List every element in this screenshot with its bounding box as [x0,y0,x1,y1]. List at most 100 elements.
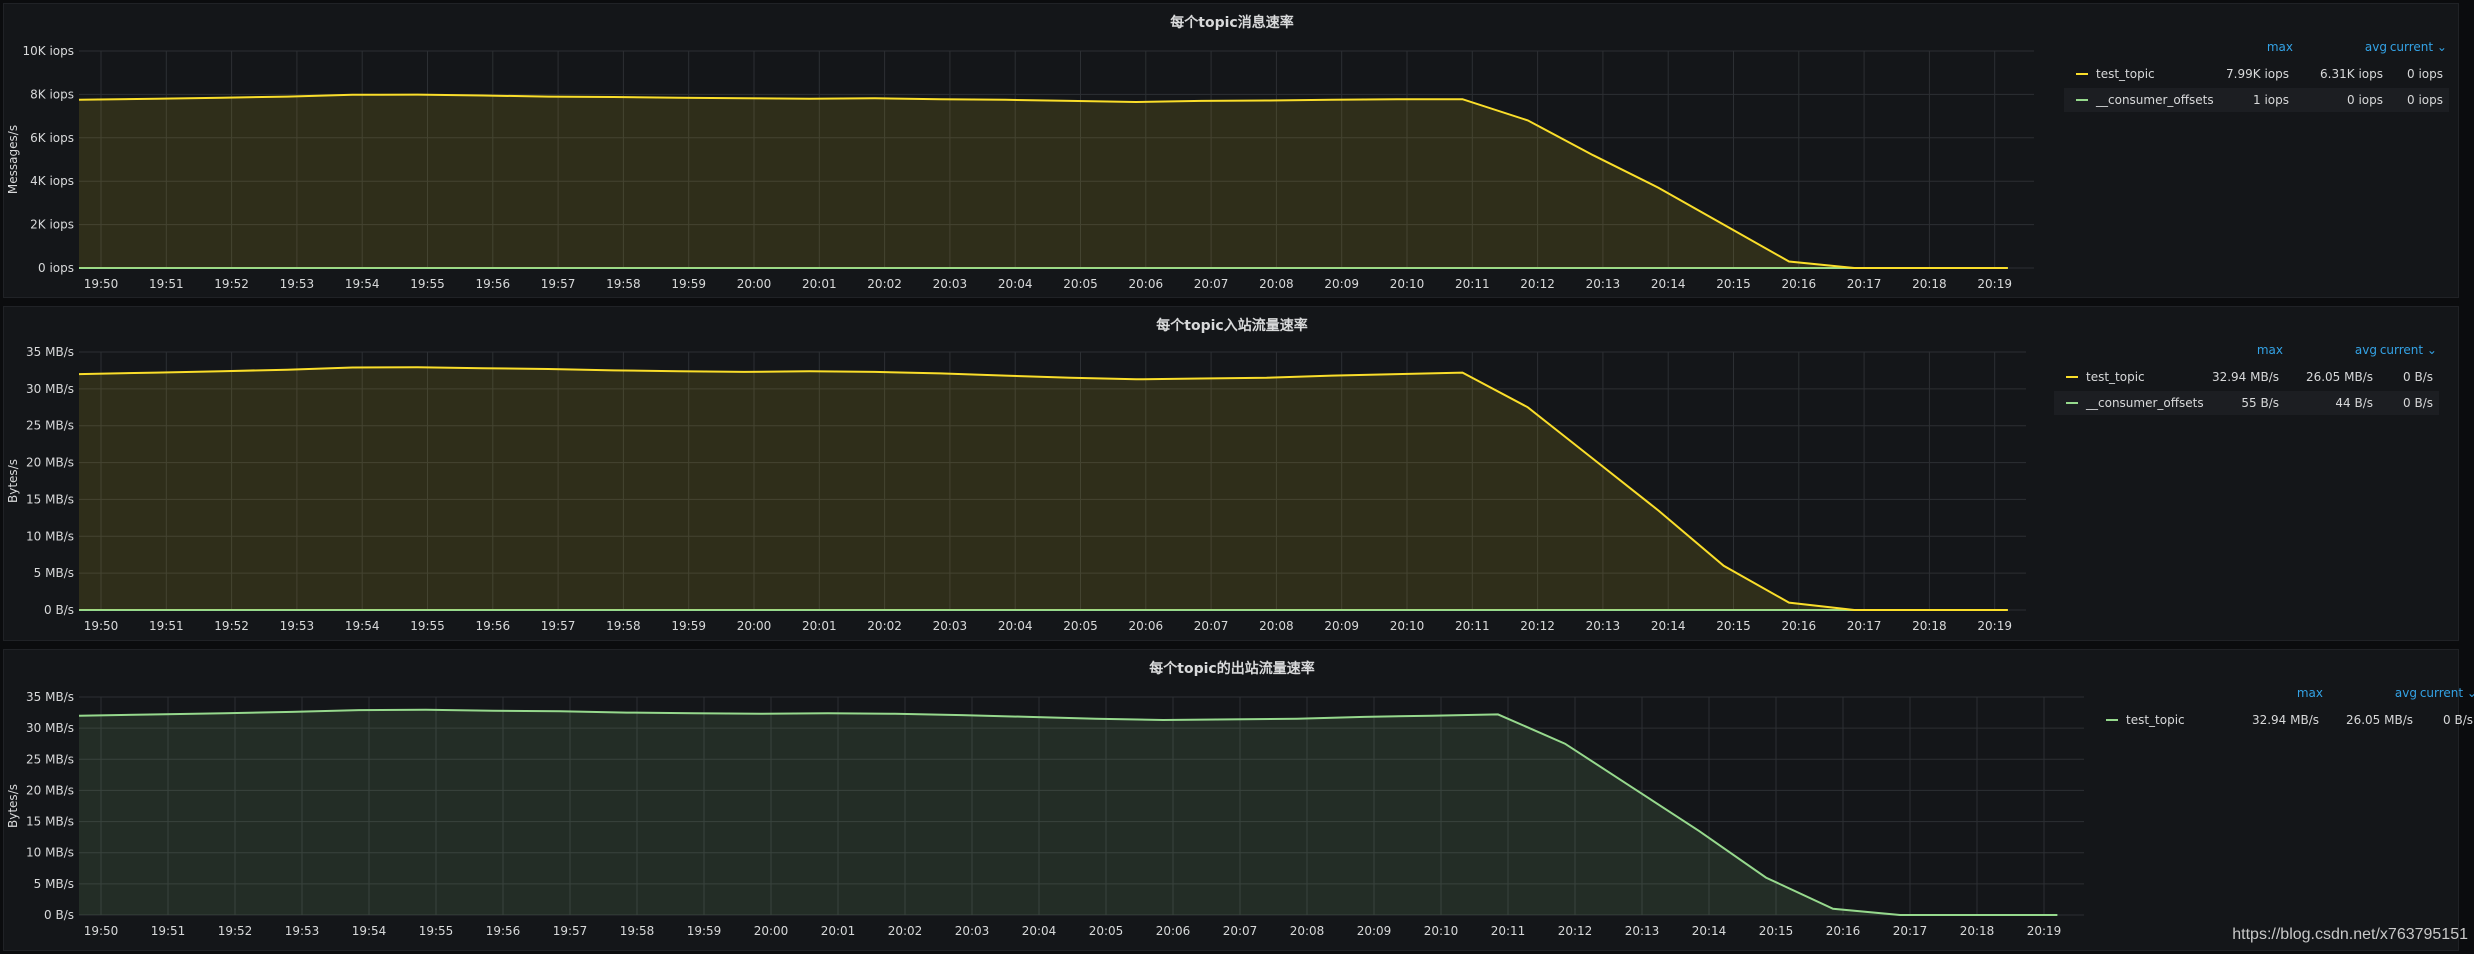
x-tick-label: 20:05 [1089,924,1124,938]
x-tick-label: 20:11 [1491,924,1526,938]
x-tick-label: 20:17 [1893,924,1928,938]
x-tick-label: 19:50 [84,277,119,291]
legend-avg: 6.31K iops [2320,67,2383,81]
x-tick-label: 19:53 [280,277,315,291]
y-tick-label: 15 MB/s [26,815,74,829]
y-axis-label: Bytes/s [6,784,20,828]
x-tick-label: 19:56 [486,924,521,938]
legend-item[interactable]: test_topic 32.94 MB/s 26.05 MB/s 0 B/s [2094,708,2474,732]
legend-header-avg[interactable]: avg [2355,343,2377,357]
x-tick-label: 20:00 [737,277,772,291]
x-tick-label: 20:19 [2027,924,2062,938]
legend-item[interactable]: __consumer_offsets 55 B/s 44 B/s 0 B/s [2054,391,2439,415]
y-tick-label: 25 MB/s [26,752,74,766]
legend-header-current[interactable]: current ⌄ [2380,343,2437,357]
legend-name: test_topic [2096,67,2155,81]
legend-item[interactable]: test_topic 32.94 MB/s 26.05 MB/s 0 B/s [2054,365,2439,389]
legend-avg: 26.05 MB/s [2305,370,2373,384]
x-tick-label: 19:55 [419,924,454,938]
x-tick-label: 19:50 [84,619,119,633]
chart-outbound-traffic: 0 B/s 5 MB/s 10 MB/s 15 MB/s 20 MB/s 25 MB/s 3… [6,690,2084,938]
x-tick-label: 20:16 [1826,924,1861,938]
x-tick-label: 20:07 [1223,924,1258,938]
legend-swatch [2076,99,2088,101]
legend-item[interactable]: __consumer_offsets 1 iops 0 iops 0 iops [2064,88,2449,112]
legend-avg: 26.05 MB/s [2345,713,2413,727]
x-tick-label: 20:18 [1912,277,1947,291]
x-tick-label: 20:15 [1716,277,1751,291]
x-tick-label: 19:53 [280,619,315,633]
x-tick-label: 20:17 [1847,277,1882,291]
x-tick-label: 20:09 [1324,277,1359,291]
legend-header-max[interactable]: max [2297,686,2323,700]
x-tick-label: 19:51 [151,924,186,938]
x-tick-label: 19:52 [214,277,249,291]
series-area-test-topic [79,709,2058,915]
x-tick-label: 19:57 [541,277,576,291]
x-tick-label: 19:55 [410,619,445,633]
x-tick-label: 20:12 [1520,619,1555,633]
legend-header-max[interactable]: max [2257,343,2283,357]
x-tick-label: 20:04 [998,619,1033,633]
x-tick-label: 20:04 [1022,924,1057,938]
y-tick-label: 8K iops [30,87,74,101]
chart-inbound-traffic: 0 B/s 5 MB/s 10 MB/s 15 MB/s 20 MB/s 25 MB/s 3… [6,345,2026,633]
legend-header-avg[interactable]: avg [2395,686,2417,700]
legend-current: 0 iops [2407,67,2443,81]
x-tick-label: 20:11 [1455,619,1490,633]
x-tick-label: 20:16 [1782,619,1817,633]
legend-avg: 44 B/s [2335,396,2373,410]
legend-header-max[interactable]: max [2267,40,2293,54]
x-tick-label: 20:01 [802,277,837,291]
x-tick-label: 20:14 [1651,619,1686,633]
chart-message-rate: 0 iops 2K iops 4K iops 6K iops 8K iops 10K io… [6,44,2034,291]
watermark: https://blog.csdn.net/x763795151 [2232,926,2468,943]
x-tick-label: 19:51 [149,277,184,291]
x-tick-label: 20:10 [1390,277,1425,291]
y-tick-label: 5 MB/s [34,877,74,891]
panel-message-rate: 每个topic消息速率 0 iops 2K iops 4K iops 6K iops 8… [3,3,2459,298]
legend-max: 55 B/s [2241,396,2279,410]
x-tick-label: 20:00 [737,619,772,633]
x-tick-label: 20:00 [754,924,789,938]
x-tick-label: 20:02 [888,924,923,938]
x-tick-label: 20:02 [867,277,902,291]
legend-header-avg[interactable]: avg [2365,40,2387,54]
legend-name: test_topic [2086,370,2145,384]
x-tick-label: 19:58 [606,277,641,291]
x-tick-label: 19:52 [218,924,253,938]
x-tick-label: 20:12 [1520,277,1555,291]
x-tick-label: 20:05 [1063,277,1098,291]
y-tick-label: 0 B/s [44,908,74,922]
y-tick-label: 5 MB/s [34,566,74,580]
y-axis-label: Bytes/s [6,459,20,503]
x-tick-label: 20:13 [1625,924,1660,938]
legend-max: 7.99K iops [2226,67,2289,81]
y-tick-label: 35 MB/s [26,690,74,704]
x-tick-label: 19:57 [553,924,588,938]
x-tick-label: 19:59 [671,619,706,633]
x-tick-label: 20:17 [1847,619,1882,633]
x-tick-label: 19:54 [352,924,387,938]
series-area-test-topic [79,367,2008,610]
y-tick-label: 10 MB/s [26,529,74,543]
y-tick-label: 35 MB/s [26,345,74,359]
y-tick-label: 0 iops [38,261,74,275]
x-tick-label: 20:10 [1424,924,1459,938]
x-tick-label: 19:57 [541,619,576,633]
x-tick-label: 20:09 [1357,924,1392,938]
x-tick-label: 20:05 [1063,619,1098,633]
legend-header-current[interactable]: current ⌄ [2420,686,2474,700]
x-tick-label: 19:54 [345,619,380,633]
x-tick-label: 20:06 [1129,277,1164,291]
y-tick-label: 25 MB/s [26,419,74,433]
legend-item[interactable]: test_topic 7.99K iops 6.31K iops 0 iops [2064,62,2449,86]
legend-swatch [2106,719,2118,721]
legend-header-current[interactable]: current ⌄ [2390,40,2447,54]
x-tick-label: 20:14 [1692,924,1727,938]
x-tick-label: 19:50 [84,924,119,938]
x-tick-label: 19:59 [671,277,706,291]
y-tick-label: 6K iops [30,131,74,145]
x-tick-label: 19:55 [410,277,445,291]
legend-swatch [2066,402,2078,404]
